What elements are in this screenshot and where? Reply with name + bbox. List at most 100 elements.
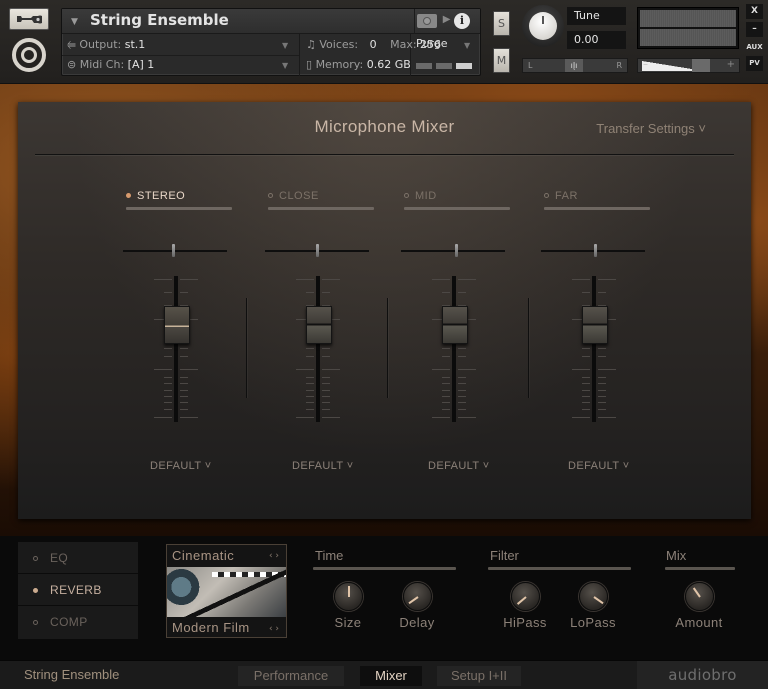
knob-label: HiPass (503, 615, 547, 630)
knob-label: Size (334, 615, 362, 630)
pan-slider[interactable]: L ıĮı R (522, 58, 628, 73)
channel-toggle-stereo[interactable]: STEREO (126, 190, 232, 212)
instrument-name[interactable]: String Ensemble (90, 11, 229, 29)
kontakt-logo-icon[interactable] (12, 38, 46, 72)
fader-tick (442, 402, 450, 404)
tab-performance[interactable]: Performance (238, 666, 344, 686)
fader-tick (154, 416, 172, 418)
fader-tick (164, 402, 172, 404)
knob-size[interactable] (334, 582, 363, 611)
group-label-mix: Mix (666, 548, 687, 563)
channel-volume-fader[interactable] (142, 276, 210, 422)
tune-knob[interactable] (522, 5, 564, 47)
fader-tick (598, 376, 606, 378)
fader-tick (322, 292, 330, 293)
channel-pan-handle[interactable] (455, 244, 459, 257)
divider (299, 34, 300, 76)
camera-icon[interactable] (417, 14, 437, 28)
midi-channel-selector[interactable]: ⊜ Midi Ch: [A] 1 (67, 58, 154, 71)
group-label-time: Time (315, 548, 344, 563)
purge-dropdown-icon[interactable]: ▼ (464, 41, 470, 50)
fader-tick (164, 408, 172, 410)
channel-preset-dropdown[interactable]: DEFAULT ˅ (292, 460, 354, 472)
channel-pan-slider[interactable] (123, 250, 227, 252)
pan-slider-handle[interactable]: ıĮı (565, 59, 583, 72)
fader-tick (432, 368, 450, 370)
instrument-menu-caret-icon[interactable]: ▼ (71, 17, 78, 27)
fader-tick (442, 356, 450, 357)
wrench-button[interactable] (9, 8, 49, 30)
preset-category[interactable]: Cinematic (172, 548, 234, 563)
channel-volume-fader[interactable] (420, 276, 488, 422)
knob-pointer (516, 596, 527, 605)
status-dot-icon (126, 193, 131, 198)
fader-tick (432, 416, 450, 418)
divider (35, 154, 734, 155)
output-dropdown-icon[interactable]: ▼ (282, 41, 288, 50)
fader-handle[interactable] (164, 306, 190, 345)
fader-handle[interactable] (582, 306, 608, 345)
pv-button[interactable]: PV (746, 56, 763, 71)
output-selector[interactable]: ⥢ Output: st.1 (67, 38, 145, 52)
channel-volume-fader[interactable] (560, 276, 628, 422)
effect-tab-eq[interactable]: EQ (18, 542, 138, 574)
fader-tick (180, 396, 188, 397)
channel-pan-slider[interactable] (401, 250, 505, 252)
channel-pan-handle[interactable] (171, 244, 175, 257)
aux-button[interactable]: AUX (746, 40, 763, 55)
purge-button[interactable]: Purge (416, 37, 448, 50)
channel-toggle-close[interactable]: CLOSE (268, 190, 374, 212)
fader-tick (582, 376, 590, 378)
channel-volume-fader[interactable] (284, 276, 352, 422)
preset-name[interactable]: Modern Film (172, 620, 250, 635)
group-label-filter: Filter (490, 548, 519, 563)
tab-setup[interactable]: Setup I+II (437, 666, 521, 686)
knob-amount[interactable] (685, 582, 714, 611)
close-instrument-button[interactable]: X (746, 4, 763, 19)
channel-toggle-mid[interactable]: MID (404, 190, 510, 212)
fader-tick (572, 368, 590, 370)
reverb-preset-selector: Cinematic ‹ › Modern Film ‹ › (166, 544, 287, 638)
midi-label: Midi Ch: (79, 58, 125, 71)
fader-handle[interactable] (442, 306, 468, 345)
fader-handle[interactable] (306, 306, 332, 345)
tune-value[interactable]: 0.00 (567, 31, 626, 49)
pan-right-label: R (616, 61, 622, 70)
preset-prev-next-arrows[interactable]: ‹ › (269, 624, 279, 634)
channel-pan-slider[interactable] (541, 250, 645, 252)
fader-tick (442, 376, 450, 378)
channel-toggle-far[interactable]: FAR (544, 190, 650, 212)
fader-tick (432, 279, 450, 281)
fader-track (452, 276, 456, 422)
knob-hipass[interactable] (511, 582, 540, 611)
fader-tick (458, 368, 476, 370)
solo-button[interactable]: S (493, 11, 510, 36)
channel-pan-handle[interactable] (316, 244, 319, 257)
knob-delay[interactable] (403, 582, 432, 611)
minimize-instrument-button[interactable]: – (746, 22, 763, 37)
midi-dropdown-icon[interactable]: ▼ (282, 61, 288, 70)
tab-mixer[interactable]: Mixer (360, 666, 422, 686)
effect-tab-reverb[interactable]: REVERB (18, 574, 138, 606)
mute-button[interactable]: M (493, 48, 510, 73)
transfer-settings-dropdown[interactable]: Transfer Settings ˅ (596, 121, 706, 136)
instrument-footer: String Ensemble Performance Mixer Setup … (0, 660, 768, 689)
channel-preset-dropdown[interactable]: DEFAULT ˅ (150, 460, 212, 472)
memory-icon: ▯ (306, 58, 313, 71)
purge-meter-segment (436, 63, 452, 69)
fader-tick (582, 402, 590, 404)
category-prev-next-arrows[interactable]: ‹ › (269, 551, 279, 561)
effect-label: EQ (50, 551, 69, 565)
volume-slider-handle[interactable] (692, 59, 710, 72)
volume-slider[interactable]: – + (637, 58, 740, 73)
memory-value: 0.62 GB (366, 58, 411, 71)
channel-preset-dropdown[interactable]: DEFAULT ˅ (428, 460, 490, 472)
knob-lopass[interactable] (579, 582, 608, 611)
fader-tick (164, 389, 172, 391)
effect-tab-comp[interactable]: COMP (18, 606, 138, 638)
channel-pan-handle[interactable] (594, 244, 598, 257)
film-reel-image (167, 567, 286, 617)
fader-tick (442, 383, 450, 385)
info-icon[interactable]: i (454, 13, 470, 29)
channel-preset-dropdown[interactable]: DEFAULT ˅ (568, 460, 630, 472)
